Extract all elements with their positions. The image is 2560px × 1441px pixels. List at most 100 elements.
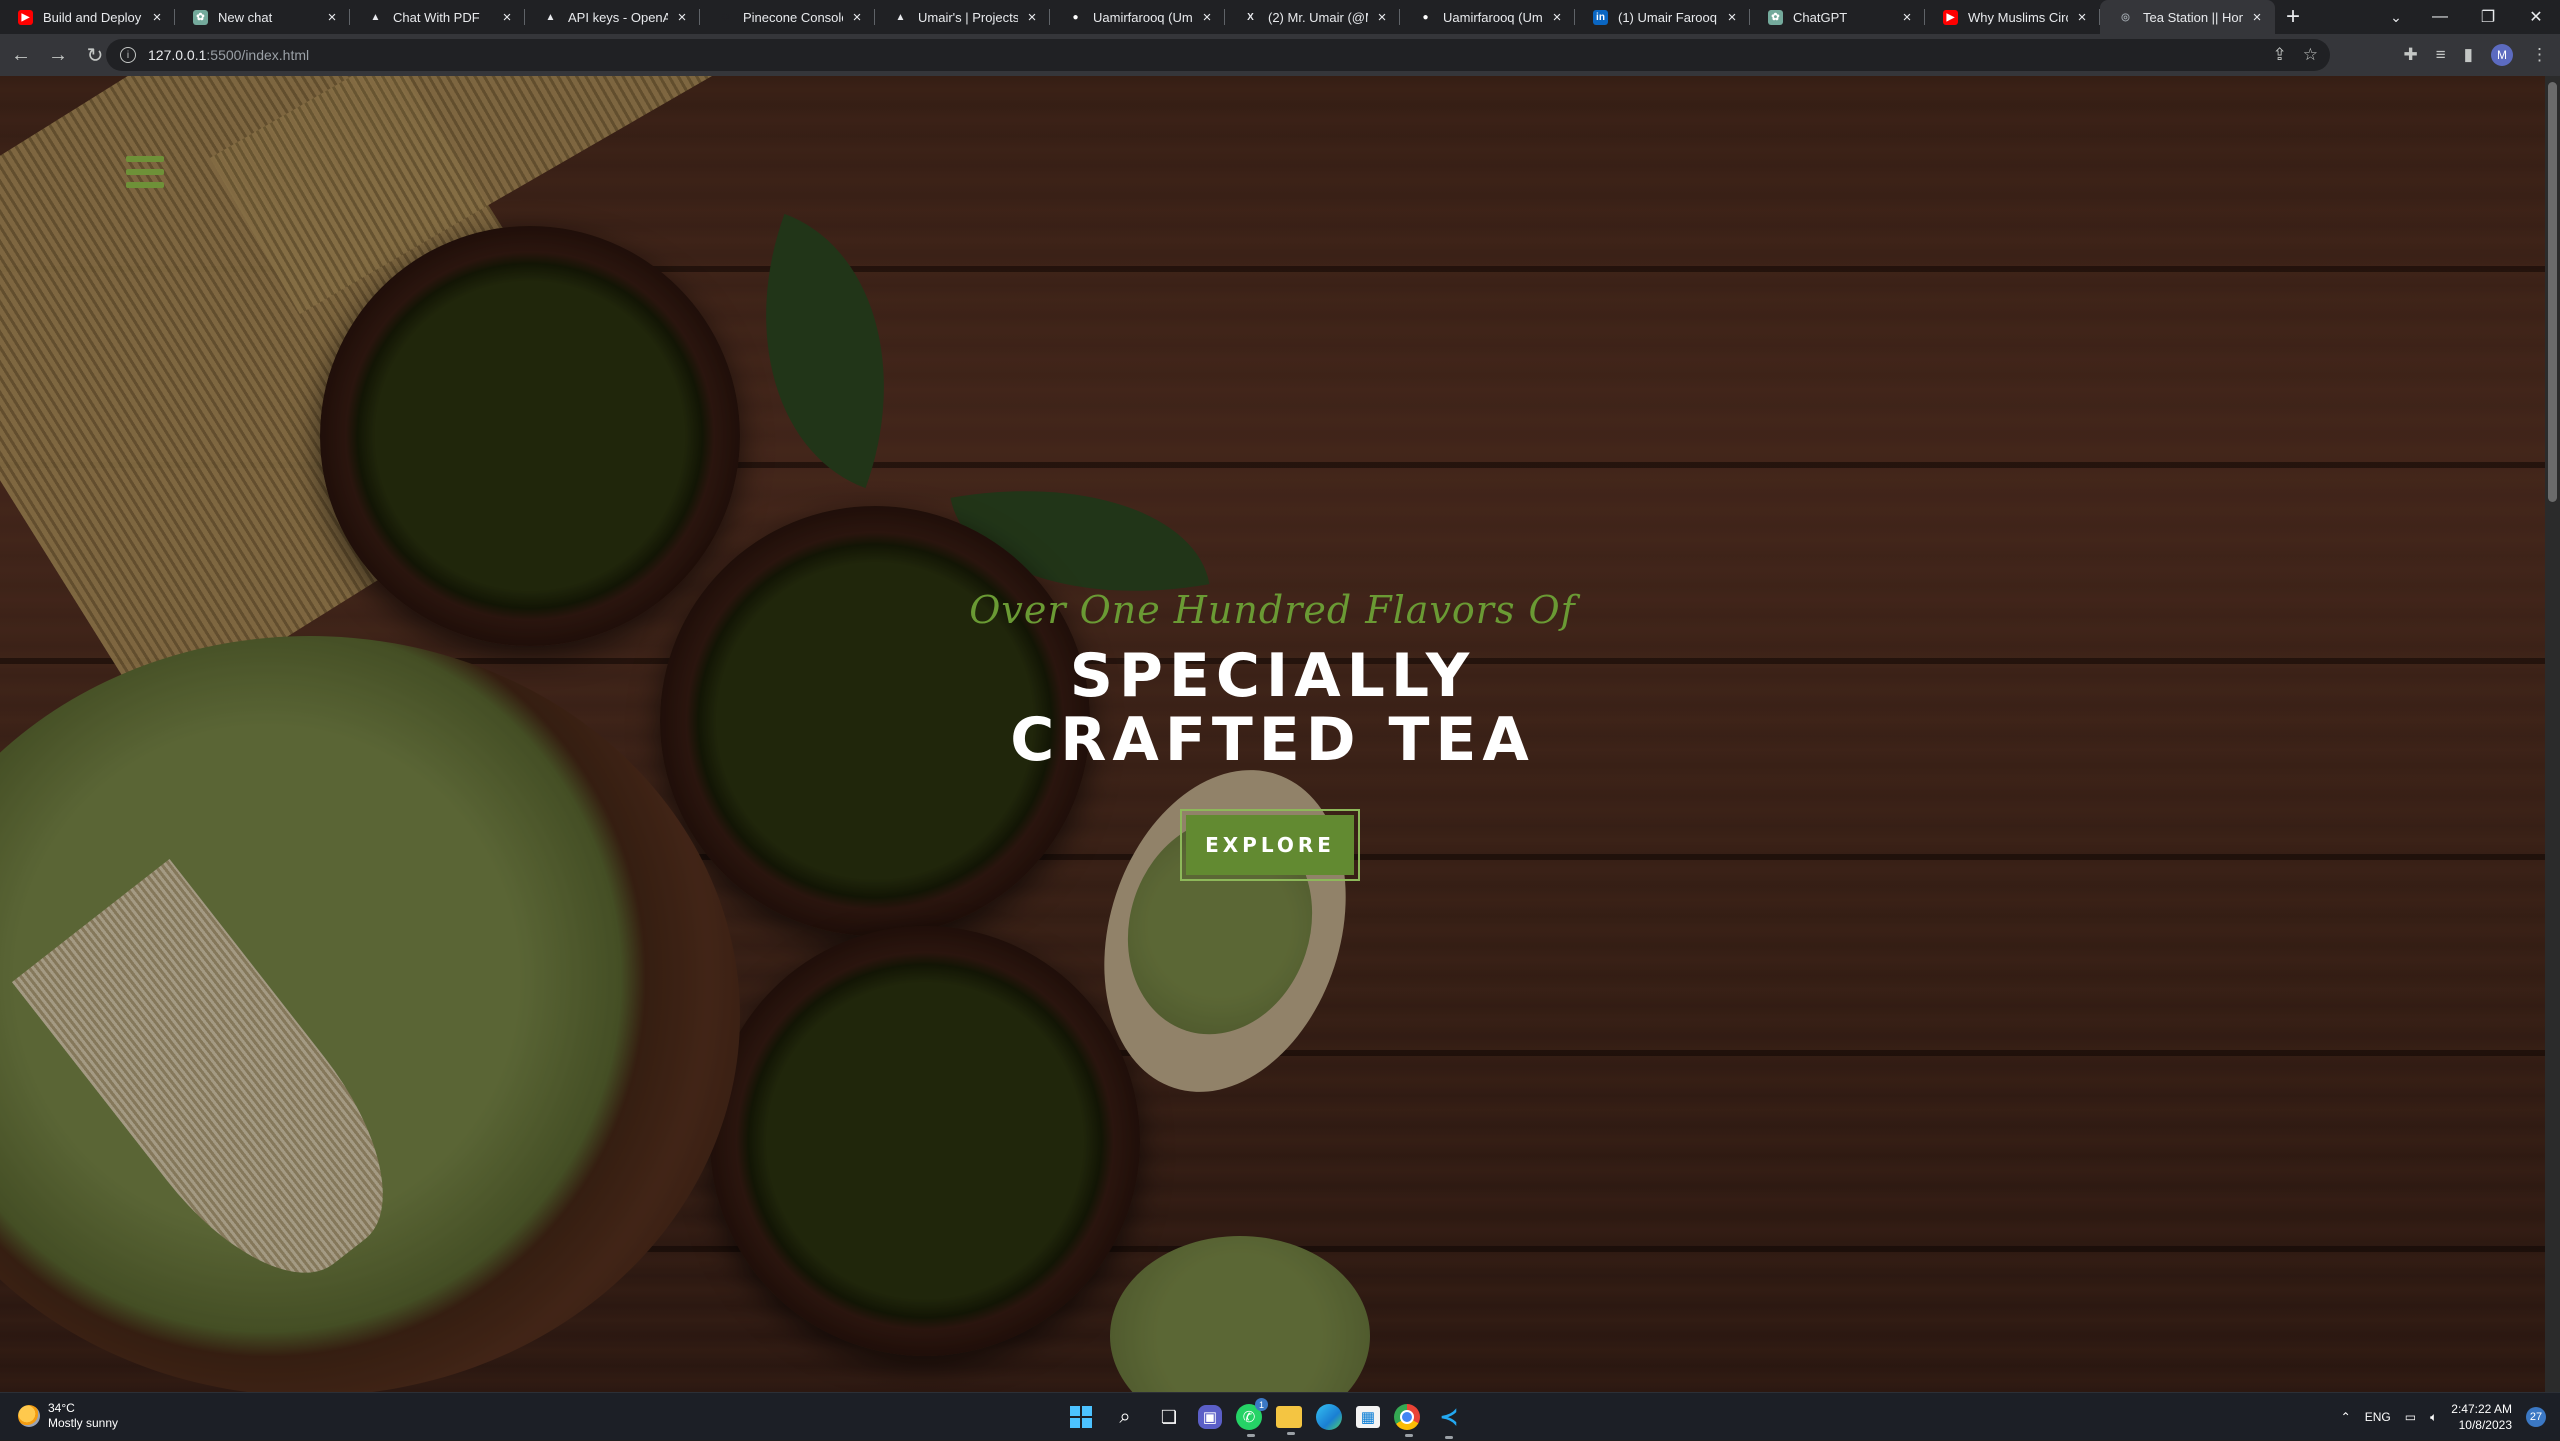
browser-tab[interactable]: X (2) Mr. Umair (@Mr × xyxy=(1225,0,1400,34)
clock[interactable]: 2:47:22 AM 10/8/2023 xyxy=(2451,1401,2512,1433)
vercel-icon: ▲ xyxy=(895,11,906,23)
close-window-icon[interactable]: ✕ xyxy=(2512,0,2560,34)
browser-tab[interactable]: ✿ New chat × xyxy=(175,0,350,34)
hero-kicker: Over One Hundred Flavors Of xyxy=(969,588,1576,632)
tab-close-icon[interactable]: × xyxy=(2249,9,2265,26)
browser-tab[interactable]: in (1) Umair Farooq | L × xyxy=(1575,0,1750,34)
edge-icon[interactable] xyxy=(1316,1404,1342,1430)
browser-tab[interactable]: ▲ API keys - OpenAI A × xyxy=(525,0,700,34)
start-windows-icon[interactable] xyxy=(1066,1402,1096,1432)
tab-close-icon[interactable]: × xyxy=(1199,9,1215,26)
tab-title: Pinecone Console xyxy=(743,9,843,25)
tab-close-icon[interactable]: × xyxy=(1724,9,1740,26)
temperature-text: 34°C xyxy=(48,1401,75,1415)
clock-date: 10/8/2023 xyxy=(2458,1418,2512,1432)
vscode-icon[interactable]: ≺ xyxy=(1434,1402,1464,1439)
browser-tab[interactable]: ✱ Pinecone Console × xyxy=(700,0,875,34)
tab-strip: ▶ Build and Deploy a F × ✿ New chat × ▲ Chat Wi… xyxy=(0,0,2560,34)
windows-taskbar: 34°C Mostly sunny ⌕ ❏ ▣ ✆ 1 ▦ ≺ ⌃ ENG ▭ 🔈… xyxy=(0,1392,2560,1440)
weather-widget[interactable]: 34°C Mostly sunny xyxy=(18,1401,118,1431)
browser-tab[interactable]: ● Uamirfarooq (Umair × xyxy=(1050,0,1225,34)
globe-icon: ◎ xyxy=(2121,11,2130,23)
tab-title: (1) Umair Farooq | L xyxy=(1618,9,1718,25)
clock-time: 2:47:22 AM xyxy=(2451,1402,2512,1416)
github-icon: ● xyxy=(1422,11,1429,23)
tab-close-icon[interactable]: × xyxy=(2074,9,2090,26)
restore-icon[interactable]: ❐ xyxy=(2464,0,2512,34)
chatgpt-icon: ✿ xyxy=(193,9,208,25)
scrollbar-thumb[interactable] xyxy=(2548,82,2557,502)
web-page-viewport: Over One Hundred Flavors Of SPECIALLY CR… xyxy=(0,76,2545,1392)
tab-close-icon[interactable]: × xyxy=(499,9,515,26)
site-info-icon[interactable]: i xyxy=(120,47,136,63)
tab-title: (2) Mr. Umair (@Mr xyxy=(1268,9,1368,25)
extensions-icon[interactable]: ✚ xyxy=(2403,45,2417,65)
tab-close-icon[interactable]: × xyxy=(324,9,340,26)
tab-close-icon[interactable]: × xyxy=(1024,9,1040,26)
volume-icon[interactable]: 🔈︎ xyxy=(2430,1410,2437,1425)
hero-section: Over One Hundred Flavors Of SPECIALLY CR… xyxy=(0,76,2545,1392)
task-view-icon[interactable]: ❏ xyxy=(1154,1402,1184,1432)
browser-tab[interactable]: ✿ ChatGPT × xyxy=(1750,0,1925,34)
youtube-icon: ▶ xyxy=(18,9,33,25)
window-controls: — ❐ ✕ xyxy=(2416,0,2560,34)
tab-search-icon[interactable]: ⌄ xyxy=(2376,0,2416,34)
notification-badge[interactable]: 27 xyxy=(2526,1407,2546,1427)
share-icon[interactable]: ⇪ xyxy=(2273,45,2287,65)
store-icon[interactable]: ▦ xyxy=(1356,1406,1380,1428)
forward-icon[interactable]: → xyxy=(42,39,74,71)
teams-chat-icon[interactable]: ▣ xyxy=(1198,1405,1222,1429)
minimize-icon[interactable]: — xyxy=(2416,0,2464,34)
whatsapp-badge: 1 xyxy=(1255,1398,1268,1411)
system-tray: ⌃ ENG ▭ 🔈︎ 2:47:22 AM 10/8/2023 27 xyxy=(2341,1393,2546,1441)
page-scrollbar[interactable] xyxy=(2545,76,2560,1392)
x-icon: X xyxy=(1247,11,1254,23)
new-tab-button[interactable]: + xyxy=(2275,0,2311,34)
tab-title: New chat xyxy=(218,9,273,25)
hero-headline: SPECIALLY CRAFTED TEA xyxy=(0,644,2545,772)
side-panel-icon[interactable]: ▮ xyxy=(2464,45,2473,65)
bookmark-star-icon[interactable]: ☆ xyxy=(2303,45,2318,65)
language-indicator[interactable]: ENG xyxy=(2365,1410,2391,1424)
weather-text: Mostly sunny xyxy=(48,1416,119,1430)
tab-close-icon[interactable]: × xyxy=(1549,9,1565,26)
whatsapp-icon[interactable]: ✆ 1 xyxy=(1236,1398,1268,1437)
tab-title: Chat With PDF xyxy=(393,9,480,25)
browser-tab[interactable]: ▶ Build and Deploy a F × xyxy=(0,0,175,34)
browser-tab[interactable]: ▲ Chat With PDF × xyxy=(350,0,525,34)
tab-close-icon[interactable]: × xyxy=(674,9,690,26)
tab-close-icon[interactable]: × xyxy=(1374,9,1390,26)
back-icon[interactable]: ← xyxy=(5,39,37,71)
tab-title: Tea Station || Home xyxy=(2143,9,2243,25)
chrome-icon[interactable] xyxy=(1394,1404,1420,1437)
search-icon[interactable]: ⌕ xyxy=(1110,1402,1140,1432)
file-explorer-icon[interactable] xyxy=(1276,1406,1302,1435)
tab-close-icon[interactable]: × xyxy=(1899,9,1915,26)
openai-icon: ▲ xyxy=(545,11,556,23)
taskbar-apps: ⌕ ❏ ▣ ✆ 1 ▦ ≺ xyxy=(1066,1393,1464,1441)
profile-avatar[interactable]: M xyxy=(2491,44,2513,66)
linkedin-icon: in xyxy=(1593,9,1608,25)
browser-tab[interactable]: ▶ Why Muslims Circle × xyxy=(1925,0,2100,34)
chatgpt-icon: ✿ xyxy=(1768,9,1783,25)
tab-title: API keys - OpenAI A xyxy=(568,9,668,25)
explore-button-label: EXPLORE xyxy=(1186,815,1354,875)
tab-title: Umair's | Projects pa xyxy=(918,9,1018,25)
menu-kebab-icon[interactable]: ⋮ xyxy=(2531,45,2548,65)
github-icon: ● xyxy=(1072,11,1079,23)
url-text[interactable]: 127.0.0.1:5500/index.html xyxy=(148,47,309,63)
headline-line-2: CRAFTED TEA xyxy=(1010,705,1535,775)
explore-button[interactable]: EXPLORE xyxy=(1180,809,1360,881)
reading-list-icon[interactable]: ≡ xyxy=(2436,45,2446,65)
browser-tab[interactable]: ● Uamirfarooq (Umair × xyxy=(1400,0,1575,34)
tab-title: Uamirfarooq (Umair xyxy=(1093,9,1193,25)
vercel-icon: ▲ xyxy=(370,11,381,23)
browser-tab[interactable]: ▲ Umair's | Projects pa × xyxy=(875,0,1050,34)
show-hidden-icons-icon[interactable]: ⌃ xyxy=(2341,1410,2351,1424)
tab-close-icon[interactable]: × xyxy=(849,9,865,26)
network-icon[interactable]: ▭ xyxy=(2405,1410,2416,1424)
tab-close-icon[interactable]: × xyxy=(149,9,165,26)
address-bar[interactable]: i 127.0.0.1:5500/index.html ⇪ ☆ xyxy=(106,39,2330,71)
browser-tab[interactable]: ◎ Tea Station || Home × xyxy=(2100,0,2275,34)
youtube-icon: ▶ xyxy=(1943,9,1958,25)
